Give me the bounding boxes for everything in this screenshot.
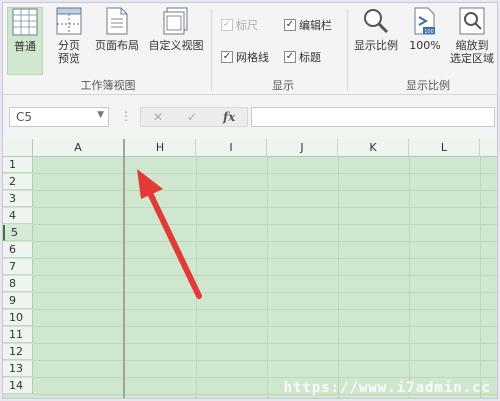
zoom-to-selection-label-1: 缩放到: [455, 39, 489, 52]
window: 普通 分页 预览 页面布局 自定义视图 工作簿视图 ✓ 标尺 ✓ 编辑栏 ✓ 网…: [2, 2, 498, 399]
normal-view-label: 普通: [14, 40, 36, 53]
enter-icon[interactable]: ✓: [187, 110, 197, 124]
page-break-preview-icon: [56, 7, 82, 35]
insert-function-icon[interactable]: fx: [223, 110, 235, 124]
cancel-icon[interactable]: ✕: [153, 110, 163, 124]
worksheet-grid[interactable]: A H I J K L 1 2 3 4 5 6 7 8 9 10 11 12 1…: [3, 139, 497, 398]
watermark-text: https://www.i7admin.cc: [283, 380, 491, 396]
page-break-preview-button[interactable]: 分页 预览: [51, 7, 87, 75]
show-group-label: 显示: [272, 79, 294, 92]
zoom-100-icon: 100: [414, 7, 435, 35]
gridlines-checkbox[interactable]: ✓ 网格线: [221, 49, 269, 65]
page-layout-icon: [106, 7, 128, 35]
zoom-to-selection-icon: [459, 7, 485, 35]
normal-view-button[interactable]: 普通: [7, 7, 43, 75]
zoom-100-label: 100%: [409, 39, 441, 52]
formula-bar: C5 ▼ ⋮ ✕ ✓ fx: [3, 99, 497, 135]
name-box[interactable]: C5 ▼: [9, 107, 109, 127]
page-layout-label: 页面布局: [95, 39, 139, 52]
checkmark-icon: ✓: [284, 51, 296, 63]
checkmark-icon: ✓: [284, 19, 296, 31]
checkmark-icon: ✓: [221, 51, 233, 63]
formula-bar-checkbox[interactable]: ✓ 编辑栏: [284, 17, 332, 33]
custom-view-icon: [163, 7, 188, 35]
formula-input[interactable]: [251, 107, 495, 127]
page-layout-button[interactable]: 页面布局: [91, 7, 143, 75]
chevron-down-icon[interactable]: ▼: [97, 110, 104, 120]
workbook-views-group-label: 工作簿视图: [80, 79, 136, 92]
ruler-checkbox[interactable]: ✓ 标尺: [221, 17, 258, 33]
formula-bar-label: 编辑栏: [299, 19, 332, 32]
custom-view-label: 自定义视图: [148, 39, 204, 52]
ruler-label: 标尺: [236, 19, 258, 32]
headings-label: 标题: [299, 51, 321, 64]
gridlines-label: 网格线: [236, 51, 269, 64]
svg-text:100: 100: [424, 29, 434, 35]
group-divider: [347, 9, 348, 91]
group-divider: [211, 9, 212, 91]
zoom-label: 显示比例: [354, 39, 398, 52]
annotation-arrow: [137, 169, 202, 299]
zoom-to-selection-button[interactable]: 缩放到 选定区域: [447, 7, 497, 75]
name-box-value: C5: [16, 110, 33, 124]
zoom-group-label: 显示比例: [406, 79, 450, 92]
headings-checkbox[interactable]: ✓ 标题: [284, 49, 321, 65]
drag-handle-icon[interactable]: ⋮: [120, 109, 132, 123]
custom-view-button[interactable]: 自定义视图: [145, 7, 207, 75]
page-break-preview-label-2: 预览: [58, 52, 80, 65]
normal-view-icon: [12, 8, 38, 36]
formula-buttons: ✕ ✓ fx: [140, 107, 248, 127]
zoom-button[interactable]: 显示比例: [351, 7, 401, 75]
checkmark-icon: ✓: [221, 19, 233, 31]
ribbon-view-tab: 普通 分页 预览 页面布局 自定义视图 工作簿视图 ✓ 标尺 ✓ 编辑栏 ✓ 网…: [3, 3, 497, 95]
magnifier-icon: [364, 9, 389, 34]
page-break-preview-label-1: 分页: [58, 39, 80, 52]
zoom-to-selection-label-2: 选定区域: [450, 52, 494, 65]
zoom-100-button[interactable]: 100 100%: [407, 7, 443, 75]
